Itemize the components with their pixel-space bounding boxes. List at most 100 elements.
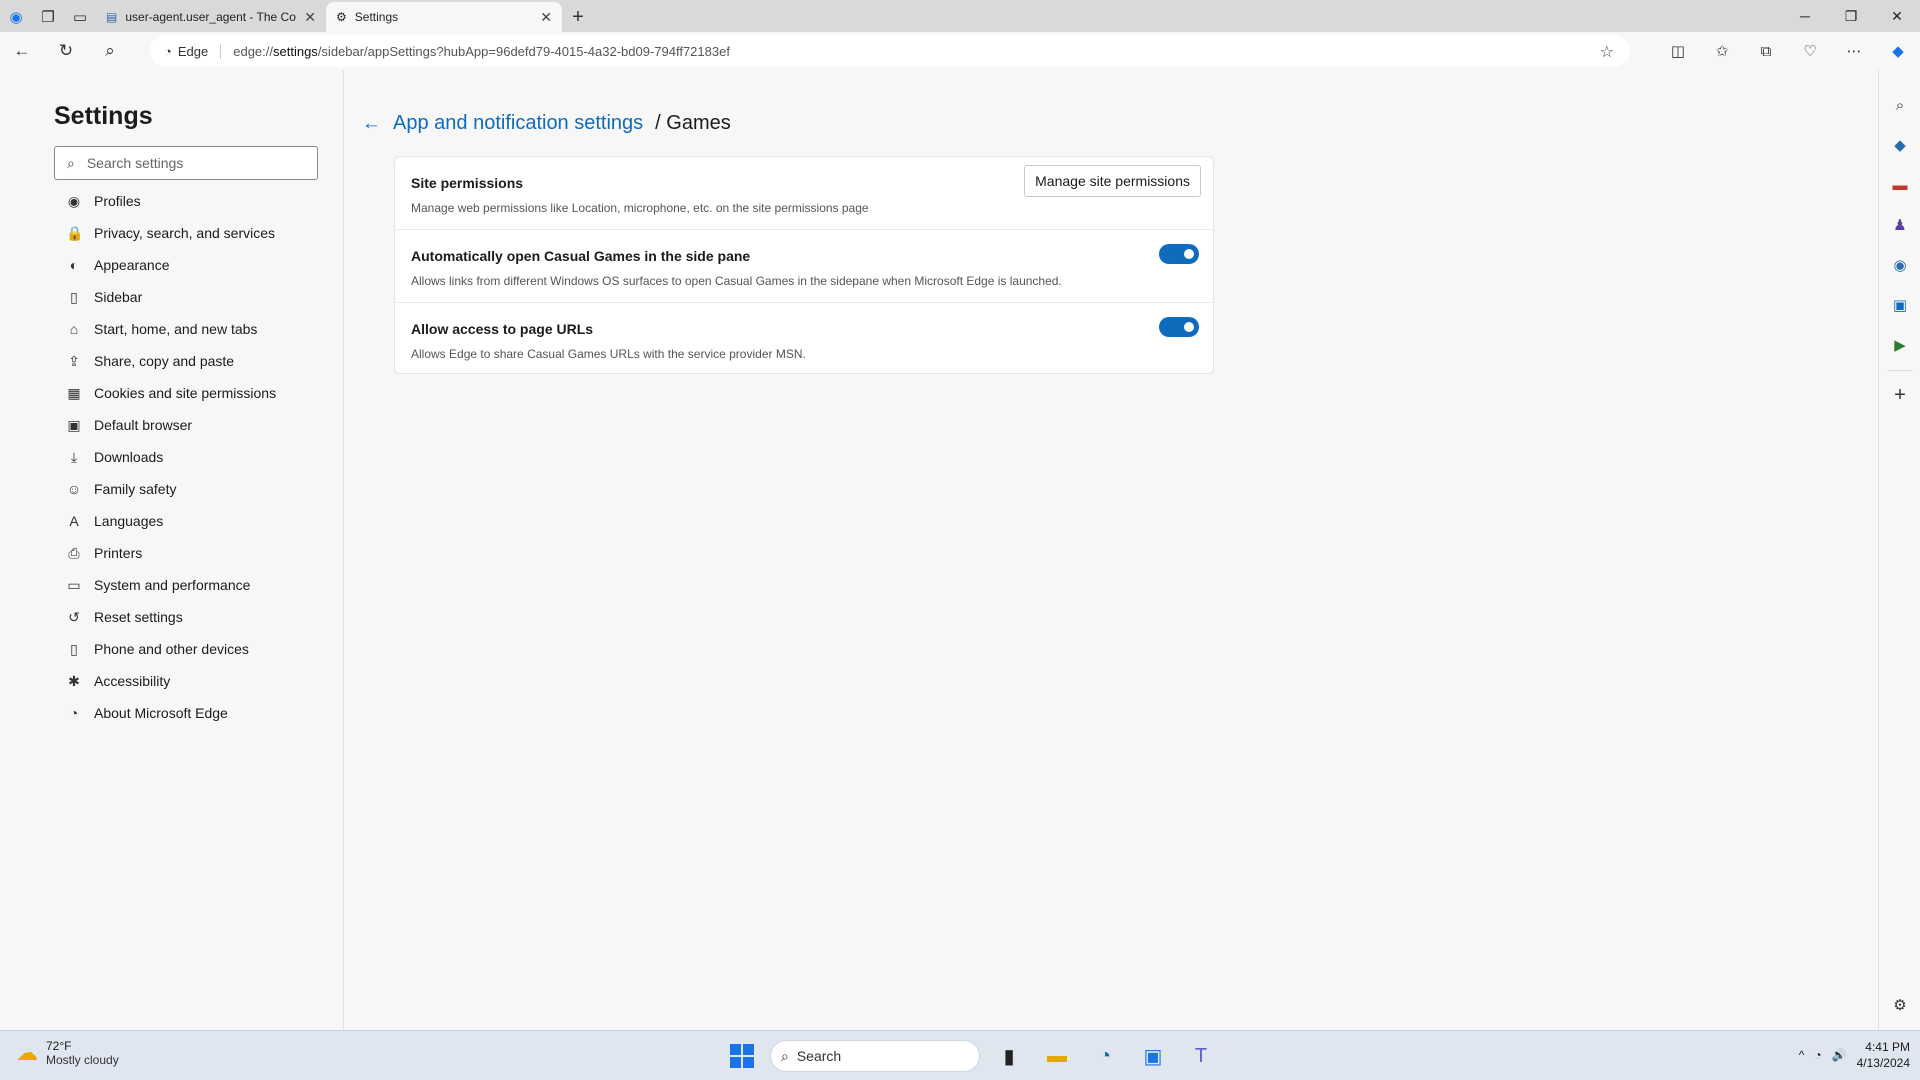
weather-temp: 72°F (46, 1039, 72, 1053)
drop-icon[interactable]: ▶ (1879, 330, 1920, 360)
tools-icon[interactable]: ▬ (1879, 170, 1920, 200)
sidebar-item-label: Default browser (94, 417, 193, 433)
tab-title: Settings (354, 10, 399, 24)
workspaces-icon[interactable]: ❐ (32, 2, 64, 32)
task-view-icon[interactable]: ▮ (990, 1039, 1028, 1073)
sidebar-item-default-browser[interactable]: ▣ Default browser (66, 409, 276, 441)
volume-icon[interactable]: 🔊 (1832, 1048, 1847, 1062)
palette-icon: ◐ (69, 257, 79, 273)
lock-icon: 🔒 (66, 224, 84, 241)
sidebar-item-profiles[interactable]: ◉ Profiles (66, 185, 276, 217)
time: 4:41 PM (1865, 1040, 1910, 1054)
toolbar-actions: ◫ ✩ ⧉ ♡ ⋯ ◆ (1656, 32, 1920, 70)
weather-condition: Mostly cloudy (46, 1053, 119, 1067)
collections-icon[interactable]: ⧉ (1744, 34, 1788, 68)
shopping-icon[interactable]: ◆ (1879, 130, 1920, 160)
split-screen-icon[interactable]: ◫ (1656, 34, 1700, 68)
edge-logo-icon: ◔ (164, 43, 172, 59)
refresh-icon[interactable]: ↻ (44, 34, 88, 68)
microsoft-365-icon[interactable]: ◉ (1879, 250, 1920, 280)
taskbar-search[interactable]: ⌕ Search (770, 1040, 980, 1072)
sidebar-item-accessibility[interactable]: ✱ Accessibility (66, 665, 276, 697)
close-tab-icon[interactable]: ✕ (304, 9, 316, 26)
outlook-icon[interactable]: ▣ (1879, 290, 1920, 320)
back-icon[interactable]: ← (0, 34, 44, 68)
tab-actions-icon[interactable]: ▭ (64, 2, 96, 32)
favorites-icon[interactable]: ✩ (1700, 34, 1744, 68)
minimize-icon[interactable]: ─ (1782, 0, 1828, 32)
title-bar: ◉ ❐ ▭ ▤ user-agent.user_agent - The Coll… (0, 0, 1920, 32)
chevron-up-icon[interactable]: ^ (1799, 1048, 1805, 1062)
date: 4/13/2024 (1856, 1056, 1910, 1070)
games-icon[interactable]: ♟ (1879, 210, 1920, 240)
browser-icon: ▣ (67, 416, 81, 433)
sidebar-item-start-home[interactable]: ⌂ Start, home, and new tabs (66, 313, 276, 345)
sidebar-item-about[interactable]: ◔ About Microsoft Edge (66, 697, 276, 729)
url-text[interactable]: edge://settings/sidebar/appSettings?hubA… (233, 44, 730, 59)
sidebar-item-label: Accessibility (94, 673, 171, 689)
favorite-star-icon[interactable]: ☆ (1600, 42, 1614, 62)
sidebar-item-share-copy[interactable]: ⇪ Share, copy and paste (66, 345, 276, 377)
sidebar-item-reset[interactable]: ↺ Reset settings (66, 601, 276, 633)
allow-page-urls-toggle[interactable] (1159, 317, 1199, 337)
profile-icon: ◉ (67, 192, 81, 209)
windows-taskbar: ☁ 72°F Mostly cloudy ⌕ Search ▮ ▬ ◔ ▣ T … (0, 1030, 1920, 1080)
store-icon[interactable]: ▣ (1134, 1039, 1172, 1073)
sidebar-item-downloads[interactable]: ⤓ Downloads (66, 441, 276, 473)
sidebar-item-cookies[interactable]: ▦ Cookies and site permissions (66, 377, 276, 409)
copilot-icon[interactable]: ◆ (1876, 34, 1920, 68)
search-icon[interactable]: ⌕ (88, 34, 132, 68)
tab-user-agent[interactable]: ▤ user-agent.user_agent - The Coll ✕ (96, 2, 326, 32)
row-title: Automatically open Casual Games in the s… (411, 248, 751, 264)
network-icon[interactable]: ◔ (1814, 1048, 1821, 1062)
close-window-icon[interactable]: ✕ (1874, 0, 1920, 32)
sidebar-item-label: Languages (94, 513, 164, 529)
family-icon: ☺ (66, 481, 82, 497)
tab-settings[interactable]: ⚙ Settings ✕ (326, 2, 562, 32)
home-icon: ⌂ (69, 321, 79, 337)
sidebar-item-label: Privacy, search, and services (94, 225, 276, 241)
browser-toolbar: ← ↻ ⌕ ◔ Edge edge://settings/sidebar/app… (0, 32, 1920, 70)
sidebar-item-privacy[interactable]: 🔒 Privacy, search, and services (66, 217, 276, 249)
breadcrumb-parent-link[interactable]: App and notification settings (393, 112, 643, 135)
clock[interactable]: 4:41 PM 4/13/2024 (1857, 1039, 1910, 1071)
sidebar-item-label: System and performance (94, 577, 251, 593)
file-explorer-icon[interactable]: ▬ (1038, 1039, 1076, 1073)
sidebar-item-system[interactable]: ▭ System and performance (66, 569, 276, 601)
address-bar[interactable]: ◔ Edge edge://settings/sidebar/appSettin… (150, 35, 1630, 67)
sidebar-item-family-safety[interactable]: ☺ Family safety (66, 473, 276, 505)
manage-site-permissions-button[interactable]: Manage site permissions (1024, 165, 1201, 197)
page-favicon-icon: ▤ (106, 10, 118, 24)
edge-taskbar-icon[interactable]: ◔ (1086, 1039, 1124, 1073)
site-label: Edge (178, 43, 222, 59)
sidebar-item-printers[interactable]: ⎙ Printers (66, 537, 276, 569)
browser-essentials-icon[interactable]: ♡ (1788, 34, 1832, 68)
profile-avatar-icon[interactable]: ◉ (0, 2, 32, 32)
sidebar-item-languages[interactable]: A Languages (66, 505, 276, 537)
auto-open-casual-games-toggle[interactable] (1159, 244, 1199, 264)
more-options-icon[interactable]: ⋯ (1832, 34, 1876, 68)
row-title: Site permissions (411, 175, 524, 191)
search-settings[interactable]: ⌕ (54, 146, 318, 180)
start-button[interactable] (724, 1039, 760, 1073)
sidebar-settings-icon[interactable]: ⚙ (1879, 990, 1920, 1020)
restore-icon[interactable]: ❐ (1828, 0, 1874, 32)
back-arrow-icon[interactable]: ← (362, 113, 381, 135)
close-tab-icon[interactable]: ✕ (540, 9, 552, 26)
site-permissions-row: Site permissions Manage web permissions … (395, 157, 1215, 230)
teams-icon[interactable]: T (1182, 1039, 1220, 1073)
new-tab-button[interactable]: + (562, 2, 594, 32)
sidebar-item-label: Downloads (94, 449, 164, 465)
games-settings-card: Site permissions Manage web permissions … (394, 156, 1215, 374)
search-input[interactable] (86, 155, 287, 171)
sidebar-item-sidebar[interactable]: ▯ Sidebar (66, 281, 276, 313)
search-icon[interactable]: ⌕ (1879, 90, 1920, 120)
sidebar-item-label: Reset settings (94, 609, 183, 625)
sidebar-item-phone[interactable]: ▯ Phone and other devices (66, 633, 276, 665)
weather-widget[interactable]: ☁ 72°F Mostly cloudy (16, 1039, 119, 1067)
sidebar-item-appearance[interactable]: ◐ Appearance (66, 249, 276, 281)
sidebar-item-label: Cookies and site permissions (94, 385, 277, 401)
page-title: Settings (54, 102, 153, 130)
sidebar-item-label: About Microsoft Edge (94, 705, 228, 721)
add-app-icon[interactable]: + (1879, 380, 1920, 410)
